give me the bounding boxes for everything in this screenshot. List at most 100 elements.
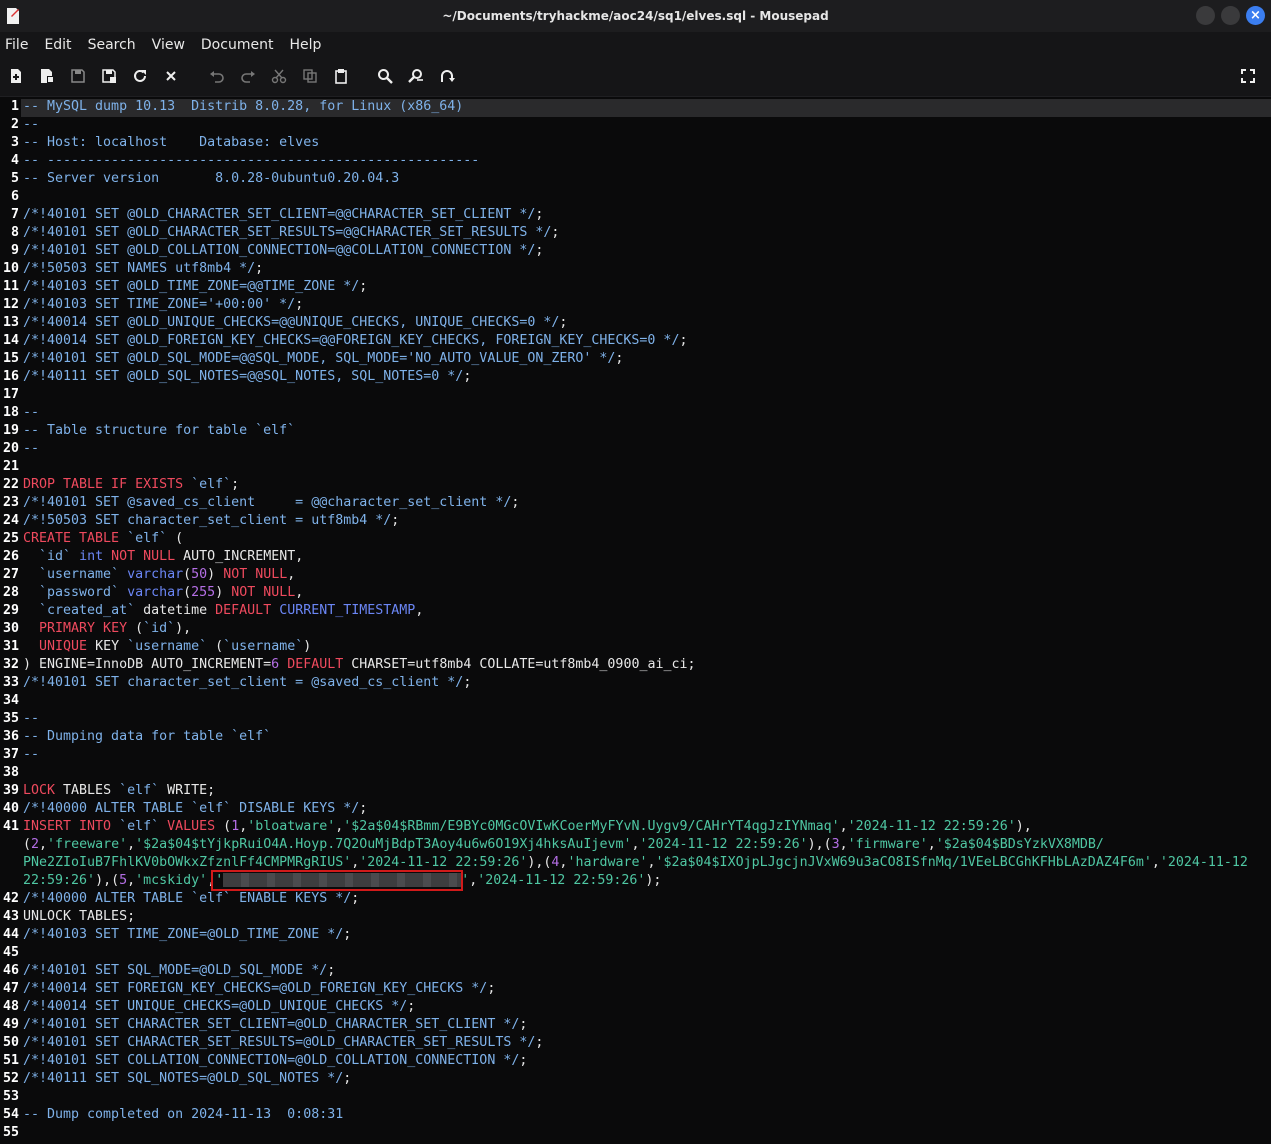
code-token: , [415, 603, 424, 618]
line-number: 42 [2, 891, 19, 906]
code-line: UNIQUE KEY `username` (`username`) [23, 639, 311, 654]
line-number: 37 [2, 747, 19, 762]
code-token: , [927, 837, 936, 852]
line-number: 31 [2, 639, 19, 654]
code-line: -- [23, 441, 39, 456]
copy-icon[interactable] [302, 68, 318, 84]
code-token: -- [23, 117, 40, 132]
code-token: ; [487, 981, 496, 996]
menu-file[interactable]: File [5, 37, 28, 53]
line-number: 16 [2, 369, 19, 384]
code-token: CURRENT_TIMESTAMP [279, 603, 416, 618]
new-window-icon[interactable] [39, 68, 55, 84]
code-token: ); [645, 873, 662, 888]
find-replace-icon[interactable] [408, 68, 424, 84]
fullscreen-icon[interactable] [1240, 68, 1256, 84]
code-token: VALUES [167, 819, 216, 834]
line-number-gutter: 1 2 3 4 5 6 7 8 9 10 11 12 13 14 15 16 17 18 19 20 21 22 23 24 2… [0, 97, 21, 1144]
line-number: 39 [2, 783, 19, 798]
code-line: -- [23, 405, 39, 420]
close-window-button[interactable]: × [1246, 6, 1265, 25]
window-title: ~/Documents/tryhackme/aoc24/sq1/elves.sq… [442, 9, 829, 23]
undo-icon[interactable] [209, 68, 225, 84]
code-token: ; [359, 279, 368, 294]
maximize-button[interactable] [1221, 6, 1240, 25]
toolbar [0, 58, 1271, 97]
menu-view[interactable]: View [152, 37, 185, 53]
line-number: 46 [2, 963, 19, 978]
minimize-button[interactable] [1196, 6, 1215, 25]
line-number: 19 [2, 423, 19, 438]
line-number: 14 [2, 333, 19, 348]
line-number: 23 [2, 495, 19, 510]
code-token: -- -------------------------------------… [23, 153, 480, 168]
code-token: ; [351, 891, 360, 906]
code-token: -- [23, 747, 40, 762]
code-line: /*!40101 SET CHARACTER_SET_RESULTS=@OLD_… [23, 1035, 543, 1050]
menu-edit[interactable]: Edit [44, 37, 71, 53]
find-icon[interactable] [377, 68, 393, 84]
cut-icon[interactable] [271, 68, 287, 84]
line-number: 15 [2, 351, 19, 366]
reload-icon[interactable] [132, 68, 148, 84]
close-icon[interactable] [163, 68, 179, 84]
code-token: '$2a$04$RBmm/E9BYc0MGcOVIwKCoerMyFYvN.Uy… [343, 819, 840, 834]
code-token: ; [551, 225, 560, 240]
line-number: 55 [2, 1125, 19, 1140]
new-file-icon[interactable] [8, 68, 24, 84]
code-token: , [287, 567, 296, 582]
line-number: 3 [10, 135, 19, 150]
code-token: /*!40000 ALTER TABLE `elf` DISABLE KEYS … [23, 801, 360, 816]
text-editor[interactable]: 1 2 3 4 5 6 7 8 9 10 11 12 13 14 15 16 17 18 19 20 21 22 23 24 2… [0, 97, 1271, 1144]
code-token: ) ENGINE=InnoDB AUTO_INCREMENT= [23, 657, 272, 672]
code-line: (2,'freeware','$2a$04$tYjkpRuiO4A.Hoyp.7… [23, 837, 1104, 852]
code-token: datetime [135, 603, 216, 618]
save-icon[interactable] [70, 68, 86, 84]
line-number: 47 [2, 981, 19, 996]
code-line: `password` varchar(255) NOT NULL, [23, 585, 303, 600]
code-token: /*!40101 SET @OLD_CHARACTER_SET_CLIENT=@… [23, 207, 536, 222]
goto-line-icon[interactable] [439, 68, 455, 84]
code-token: /*!40101 SET character_set_client = @sav… [23, 675, 464, 690]
menu-help[interactable]: Help [289, 37, 321, 53]
line-number: 25 [2, 531, 19, 546]
code-token: , [39, 837, 48, 852]
paste-icon[interactable] [333, 68, 349, 84]
menu-search[interactable]: Search [88, 37, 136, 53]
code-token: ),( [807, 837, 832, 852]
code-token: `id` [143, 621, 176, 636]
menu-bar: File Edit Search View Document Help [0, 32, 1271, 58]
code-line: /*!40101 SET @OLD_SQL_MODE=@@SQL_MODE, S… [23, 351, 623, 366]
code-line: -- [23, 747, 39, 762]
line-number: 48 [2, 999, 19, 1014]
code-token: NOT NULL [231, 585, 296, 600]
code-token: `username` [127, 639, 208, 654]
code-token: /*!40111 SET SQL_NOTES=@OLD_SQL_NOTES */ [23, 1071, 344, 1086]
code-line: `created_at` datetime DEFAULT CURRENT_TI… [23, 603, 423, 618]
save-as-icon[interactable] [101, 68, 117, 84]
line-number: 53 [2, 1089, 19, 1104]
code-token: TABLES [55, 783, 120, 798]
line-number: 36 [2, 729, 19, 744]
code-token: , [839, 819, 848, 834]
code-token: int [79, 549, 104, 564]
menu-document[interactable]: Document [201, 37, 274, 53]
code-token: /*!50503 SET character_set_client = utf8… [23, 513, 392, 528]
redo-icon[interactable] [240, 68, 256, 84]
code-token: 'bloatware' [247, 819, 336, 834]
code-token: `username` [223, 639, 304, 654]
code-token: ; [535, 207, 544, 222]
code-token: ; [463, 369, 472, 384]
title-bar: ~/Documents/tryhackme/aoc24/sq1/elves.sq… [0, 0, 1271, 32]
line-number: 4 [10, 153, 19, 168]
code-token: '2024-11-12 22:59:26' [639, 837, 808, 852]
code-line: /*!40101 SET CHARACTER_SET_CLIENT=@OLD_C… [23, 1017, 527, 1032]
line-number: 27 [2, 567, 19, 582]
code-token: -- Host: localhost Database: elves [23, 135, 320, 150]
line-number: 38 [2, 765, 19, 780]
line-number: 32 [2, 657, 19, 672]
code-token: /*!40000 ALTER TABLE `elf` ENABLE KEYS *… [23, 891, 352, 906]
